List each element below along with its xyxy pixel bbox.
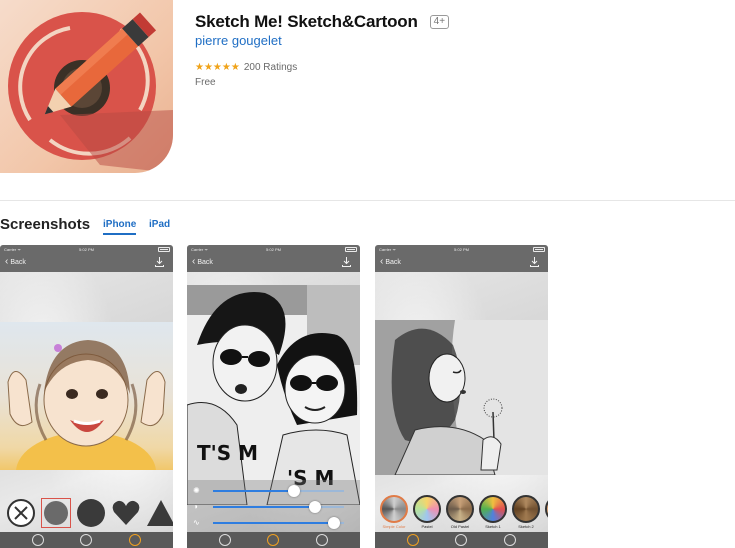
slider-track xyxy=(213,501,344,513)
bottom-tab-bar xyxy=(0,532,173,548)
screenshot-1[interactable]: Carrier ᯤ 5:02 PM ‹ Back xyxy=(0,245,173,548)
back-label: Back xyxy=(197,258,213,266)
back-button[interactable]: ‹ Back xyxy=(380,256,401,267)
screenshot-2[interactable]: Carrier ᯤ 5:02 PM ‹ Back T'S M 'S M ✺ ◑ … xyxy=(187,245,360,548)
shape-selector xyxy=(0,495,173,531)
filter-selector: Simple Color Pastel Old Pastel Sketch 1 … xyxy=(379,495,548,535)
adjustment-sliders: ✺ ◑ ∿ xyxy=(187,480,360,534)
filter-simple-color[interactable]: Simple Color xyxy=(379,495,409,535)
curve-slider[interactable]: ∿ xyxy=(193,516,354,530)
rating-row: ★★★★★ 200 Ratings xyxy=(195,62,297,73)
triangle-icon[interactable] xyxy=(146,498,173,528)
slider-track xyxy=(213,485,344,497)
pencil-over-red-circle-icon xyxy=(8,12,173,173)
circle-icon[interactable] xyxy=(76,498,106,528)
app-icon xyxy=(0,0,173,173)
frame-icon[interactable] xyxy=(504,534,516,546)
svg-text:T'S M: T'S M xyxy=(197,441,258,465)
back-label: Back xyxy=(10,258,26,266)
status-time: 5:02 PM xyxy=(79,247,94,252)
color-wheel-icon xyxy=(380,495,408,523)
curve-icon: ∿ xyxy=(193,518,200,527)
download-icon[interactable] xyxy=(530,257,539,267)
filter-label: Sketch 1 xyxy=(485,524,501,529)
screenshot-3[interactable]: Carrier ᯤ 5:02 PM ‹ Back Simple Color Pa… xyxy=(375,245,548,548)
back-button[interactable]: ‹ Back xyxy=(5,256,26,267)
contrast-slider[interactable]: ◑ xyxy=(193,500,354,514)
filter-old-pastel[interactable]: Old Pastel xyxy=(445,495,475,535)
chevron-left-icon: ‹ xyxy=(192,256,196,267)
effects-icon[interactable] xyxy=(32,534,44,546)
frame-icon[interactable] xyxy=(316,534,328,546)
brightness-slider[interactable]: ✺ xyxy=(193,484,354,498)
color-wheel-icon xyxy=(479,495,507,523)
contrast-icon: ◑ xyxy=(193,502,198,511)
status-time: 5:02 PM xyxy=(454,247,469,252)
adjust-icon[interactable] xyxy=(267,534,279,546)
nav-bar: ‹ Back xyxy=(375,254,548,272)
battery-icon xyxy=(158,247,170,252)
circle-x-icon[interactable] xyxy=(6,498,36,528)
battery-icon xyxy=(345,247,357,252)
sketch-photo-woman-dandelion-icon xyxy=(375,320,548,475)
sketch-photo-couple-icon: T'S M 'S M xyxy=(187,285,360,505)
status-bar: Carrier ᯤ 5:02 PM xyxy=(187,245,360,254)
slider-knob[interactable] xyxy=(288,485,301,497)
app-title-row: Sketch Me! Sketch&Cartoon 4+ xyxy=(195,12,450,32)
chevron-left-icon: ‹ xyxy=(5,256,9,267)
brightness-icon: ✺ xyxy=(193,486,200,495)
adjust-icon[interactable] xyxy=(80,534,92,546)
heart-icon[interactable] xyxy=(111,498,141,528)
star-rating-icon: ★★★★★ xyxy=(195,62,240,73)
color-wheel-icon xyxy=(413,495,441,523)
tab-ipad[interactable]: iPad xyxy=(149,219,170,230)
slider-knob[interactable] xyxy=(327,517,340,529)
color-wheel-icon xyxy=(545,495,548,523)
slider-track xyxy=(213,517,344,529)
filter-sketch-1[interactable]: Sketch 1 xyxy=(478,495,508,535)
slider-knob[interactable] xyxy=(309,501,322,513)
status-bar: Carrier ᯤ 5:02 PM xyxy=(0,245,173,254)
frame-icon[interactable] xyxy=(129,534,141,546)
download-icon[interactable] xyxy=(155,257,164,267)
filter-label: Pastel xyxy=(421,524,433,529)
developer-link[interactable]: pierre gougelet xyxy=(195,33,282,48)
filter-pastel[interactable]: Pastel xyxy=(412,495,442,535)
chevron-left-icon: ‹ xyxy=(380,256,384,267)
price-label: Free xyxy=(195,77,216,88)
tab-iphone[interactable]: iPhone xyxy=(103,219,137,235)
filter-sketch-2[interactable]: Sketch 2 xyxy=(511,495,541,535)
effects-icon[interactable] xyxy=(219,534,231,546)
app-title: Sketch Me! Sketch&Cartoon xyxy=(195,12,418,31)
effects-icon[interactable] xyxy=(407,534,419,546)
nav-bar: ‹ Back xyxy=(187,254,360,272)
nav-bar: ‹ Back xyxy=(0,254,173,272)
ratings-count: 200 Ratings xyxy=(243,62,298,73)
bottom-tab-bar xyxy=(375,532,548,548)
sketch-photo-child-icon xyxy=(0,322,173,470)
battery-icon xyxy=(533,247,545,252)
screenshots-title: Screenshots xyxy=(0,216,91,233)
filter-label: Simple Color xyxy=(382,524,406,529)
status-bar: Carrier ᯤ 5:02 PM xyxy=(375,245,548,254)
adjust-icon[interactable] xyxy=(455,534,467,546)
back-label: Back xyxy=(385,258,401,266)
filter-label: Sketch 2 xyxy=(518,524,534,529)
section-divider xyxy=(0,200,735,201)
color-wheel-icon xyxy=(446,495,474,523)
status-time: 5:02 PM xyxy=(266,247,281,252)
download-icon[interactable] xyxy=(342,257,351,267)
filter-more[interactable] xyxy=(544,495,548,535)
age-rating-badge: 4+ xyxy=(429,15,450,29)
bottom-tab-bar xyxy=(187,532,360,548)
back-button[interactable]: ‹ Back xyxy=(192,256,213,267)
soft-circle-icon[interactable] xyxy=(41,498,71,528)
color-wheel-icon xyxy=(512,495,540,523)
filter-label: Old Pastel xyxy=(450,524,470,529)
